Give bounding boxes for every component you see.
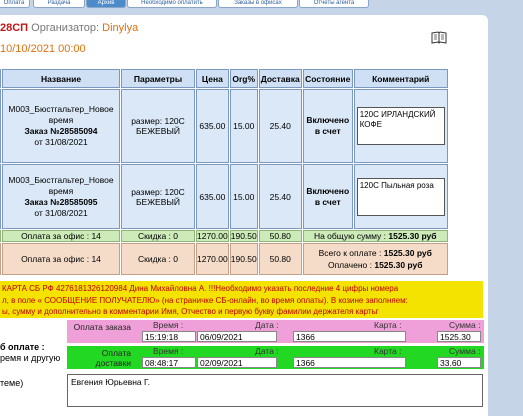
item-price: 635.00 (196, 164, 229, 229)
purchase-number: 28СП (0, 22, 29, 34)
payer-name-field[interactable]: Евгения Юрьевна Г. (67, 374, 483, 407)
delivery-payment-row: Оплата доставки Время : Дата : Карта : С… (67, 346, 484, 369)
col-comment: Комментарий (353, 69, 448, 88)
sum-label: Сумма : (449, 320, 481, 330)
tab-bar: Оплата Раздача Архив Необходимо оплатить… (0, 0, 523, 8)
delivery-payment-card[interactable] (293, 357, 406, 368)
sum-label: Сумма : (449, 346, 481, 356)
item-params: размер: 120С БЕЖЕВЫЙ (121, 164, 195, 229)
time-label: Время : (153, 320, 184, 330)
order-date: от 31/08/2021 (34, 137, 88, 147)
tab-office-orders[interactable]: Заказы в офисах (218, 0, 298, 8)
col-price: Цена (196, 69, 229, 88)
orders-table: Название Параметры Цена Org% Доставка Со… (0, 68, 449, 276)
book-icon[interactable] (431, 31, 447, 45)
sum-org: 190.50 (229, 230, 258, 242)
paid-line: Оплачено : 1525.30 руб (304, 259, 447, 271)
office-payment: Оплата за офис : 14 (2, 243, 120, 275)
item-name[interactable]: M003_Бюстгальтер_Новое время (3, 104, 119, 126)
item-delivery: 25.40 (258, 164, 302, 229)
notice-line-2: л, в поле « СООБЩЕНИЕ ПОЛУЧАТЕЛЮ» (на ст… (2, 295, 408, 305)
item-params: размер: 120С БЕЖЕВЫЙ (121, 89, 195, 163)
item-price: 635.00 (196, 89, 229, 163)
col-params: Параметры (121, 69, 195, 88)
order-payment-sum[interactable] (437, 331, 481, 342)
item-name-cell: M003_Бюстгальтер_Новое время Заказ №2858… (2, 164, 120, 229)
table-header-row: Название Параметры Цена Org% Доставка Со… (0, 69, 448, 88)
order-payment-row: Оплата заказа Время : Дата : Карта : Сум… (67, 320, 484, 343)
payment-info-label-3: теме) (0, 378, 24, 388)
delivery-payment-time[interactable] (142, 357, 196, 368)
comment-cell: 120С ИРЛАНДСКИЙ КОФЕ (353, 89, 448, 163)
date-label: Дата : (255, 346, 279, 356)
paid-label: Оплачено : (327, 260, 372, 270)
sum-delivery: 50.80 (258, 243, 302, 275)
col-name: Название (2, 69, 120, 88)
comment-cell: 120С Пыльная роза (353, 164, 448, 229)
tab-need-to-pay[interactable]: Необходимо оплатить (127, 0, 217, 8)
total-value: 1525.30 руб (388, 231, 437, 241)
item-name[interactable]: M003_Бюстгальтер_Новое время (3, 175, 119, 197)
delivery-payment-sum[interactable] (437, 357, 481, 368)
to-pay-label: Всего к оплате : (318, 248, 382, 258)
delivery-payment-date[interactable] (197, 357, 277, 368)
right-strip (488, 15, 523, 416)
order-number: Заказ №28585095 (24, 196, 98, 207)
discount: Скидка : 0 (121, 243, 195, 275)
card-label: Карта : (374, 346, 402, 356)
total-label: На общую сумму : (313, 231, 386, 241)
to-pay-value: 1525.30 руб (383, 248, 432, 258)
card-label: Карта : (374, 320, 402, 330)
item-name-cell: M003_Бюстгальтер_Новое время Заказ №2858… (2, 89, 120, 163)
order-payment-date[interactable] (197, 331, 277, 342)
office-payment: Оплата за офис : 14 (2, 230, 120, 242)
notice-line-3: ы, сумму и дополнительно в комментарии И… (2, 307, 379, 316)
summary-row-total: Оплата за офис : 14 Скидка : 0 1270.00 1… (0, 230, 448, 242)
tab-agent-reports[interactable]: Отчеты агента (299, 0, 369, 8)
time-label: Время : (153, 346, 184, 356)
sum-org: 190.50 (229, 243, 258, 275)
item-status: Включено в счет (302, 89, 353, 163)
order-payment-title: Оплата заказа (73, 322, 131, 332)
comment-field[interactable]: 120С ИРЛАНДСКИЙ КОФЕ (356, 107, 445, 145)
date-label: Дата : (255, 320, 279, 330)
tab-distribution[interactable]: Раздача (33, 0, 85, 8)
to-pay-line: Всего к оплате : 1525.30 руб (304, 247, 447, 259)
paid-value: 1525.30 руб (374, 260, 423, 270)
order-payment-card[interactable] (293, 331, 406, 342)
organizer-link[interactable]: Dinylya (102, 22, 138, 34)
sum-price: 1270.00 (196, 230, 229, 242)
purchase-date: 10/10/2021 00:00 (0, 43, 86, 55)
payment-info-label-2: ремя и другую (0, 353, 61, 363)
payment-notice: КАРТА СБ РФ 4276181326120984 Дина Михайл… (0, 281, 483, 318)
item-delivery: 25.40 (258, 89, 302, 163)
sum-price: 1270.00 (196, 243, 229, 275)
payment-totals: Всего к оплате : 1525.30 руб Оплачено : … (302, 243, 448, 275)
delivery-payment-title: Оплата доставки (95, 348, 131, 368)
item-status: Включено в счет (302, 164, 353, 229)
item-org: 15.00 (229, 89, 258, 163)
purchase-header: 28СП Организатор: Dinylya (0, 22, 138, 34)
organizer-label: Организатор: (31, 22, 100, 34)
col-org: Org% (229, 69, 258, 88)
order-number: Заказ №28585094 (24, 126, 98, 136)
sum-delivery: 50.80 (258, 230, 302, 242)
order-payment-time[interactable] (142, 331, 196, 342)
tab-archive[interactable]: Архив (86, 0, 126, 8)
tab-payment[interactable]: Оплата (0, 0, 30, 8)
table-row: M003_Бюстгальтер_Новое время Заказ №2858… (0, 89, 448, 163)
table-row: M003_Бюстгальтер_Новое время Заказ №2858… (0, 164, 448, 229)
order-date: от 31/08/2021 (34, 207, 88, 218)
total-sum: На общую сумму : 1525.30 руб (302, 230, 448, 242)
notice-line-1: КАРТА СБ РФ 4276181326120984 Дина Михайл… (2, 284, 399, 293)
payment-info-label: б оплате : (0, 342, 45, 352)
comment-field[interactable]: 120С Пыльная роза (356, 177, 445, 216)
col-delivery: Доставка (258, 69, 302, 88)
summary-row-payment: Оплата за офис : 14 Скидка : 0 1270.00 1… (0, 243, 448, 275)
col-status: Состояние (302, 69, 353, 88)
discount: Скидка : 0 (121, 230, 195, 242)
item-org: 15.00 (229, 164, 258, 229)
